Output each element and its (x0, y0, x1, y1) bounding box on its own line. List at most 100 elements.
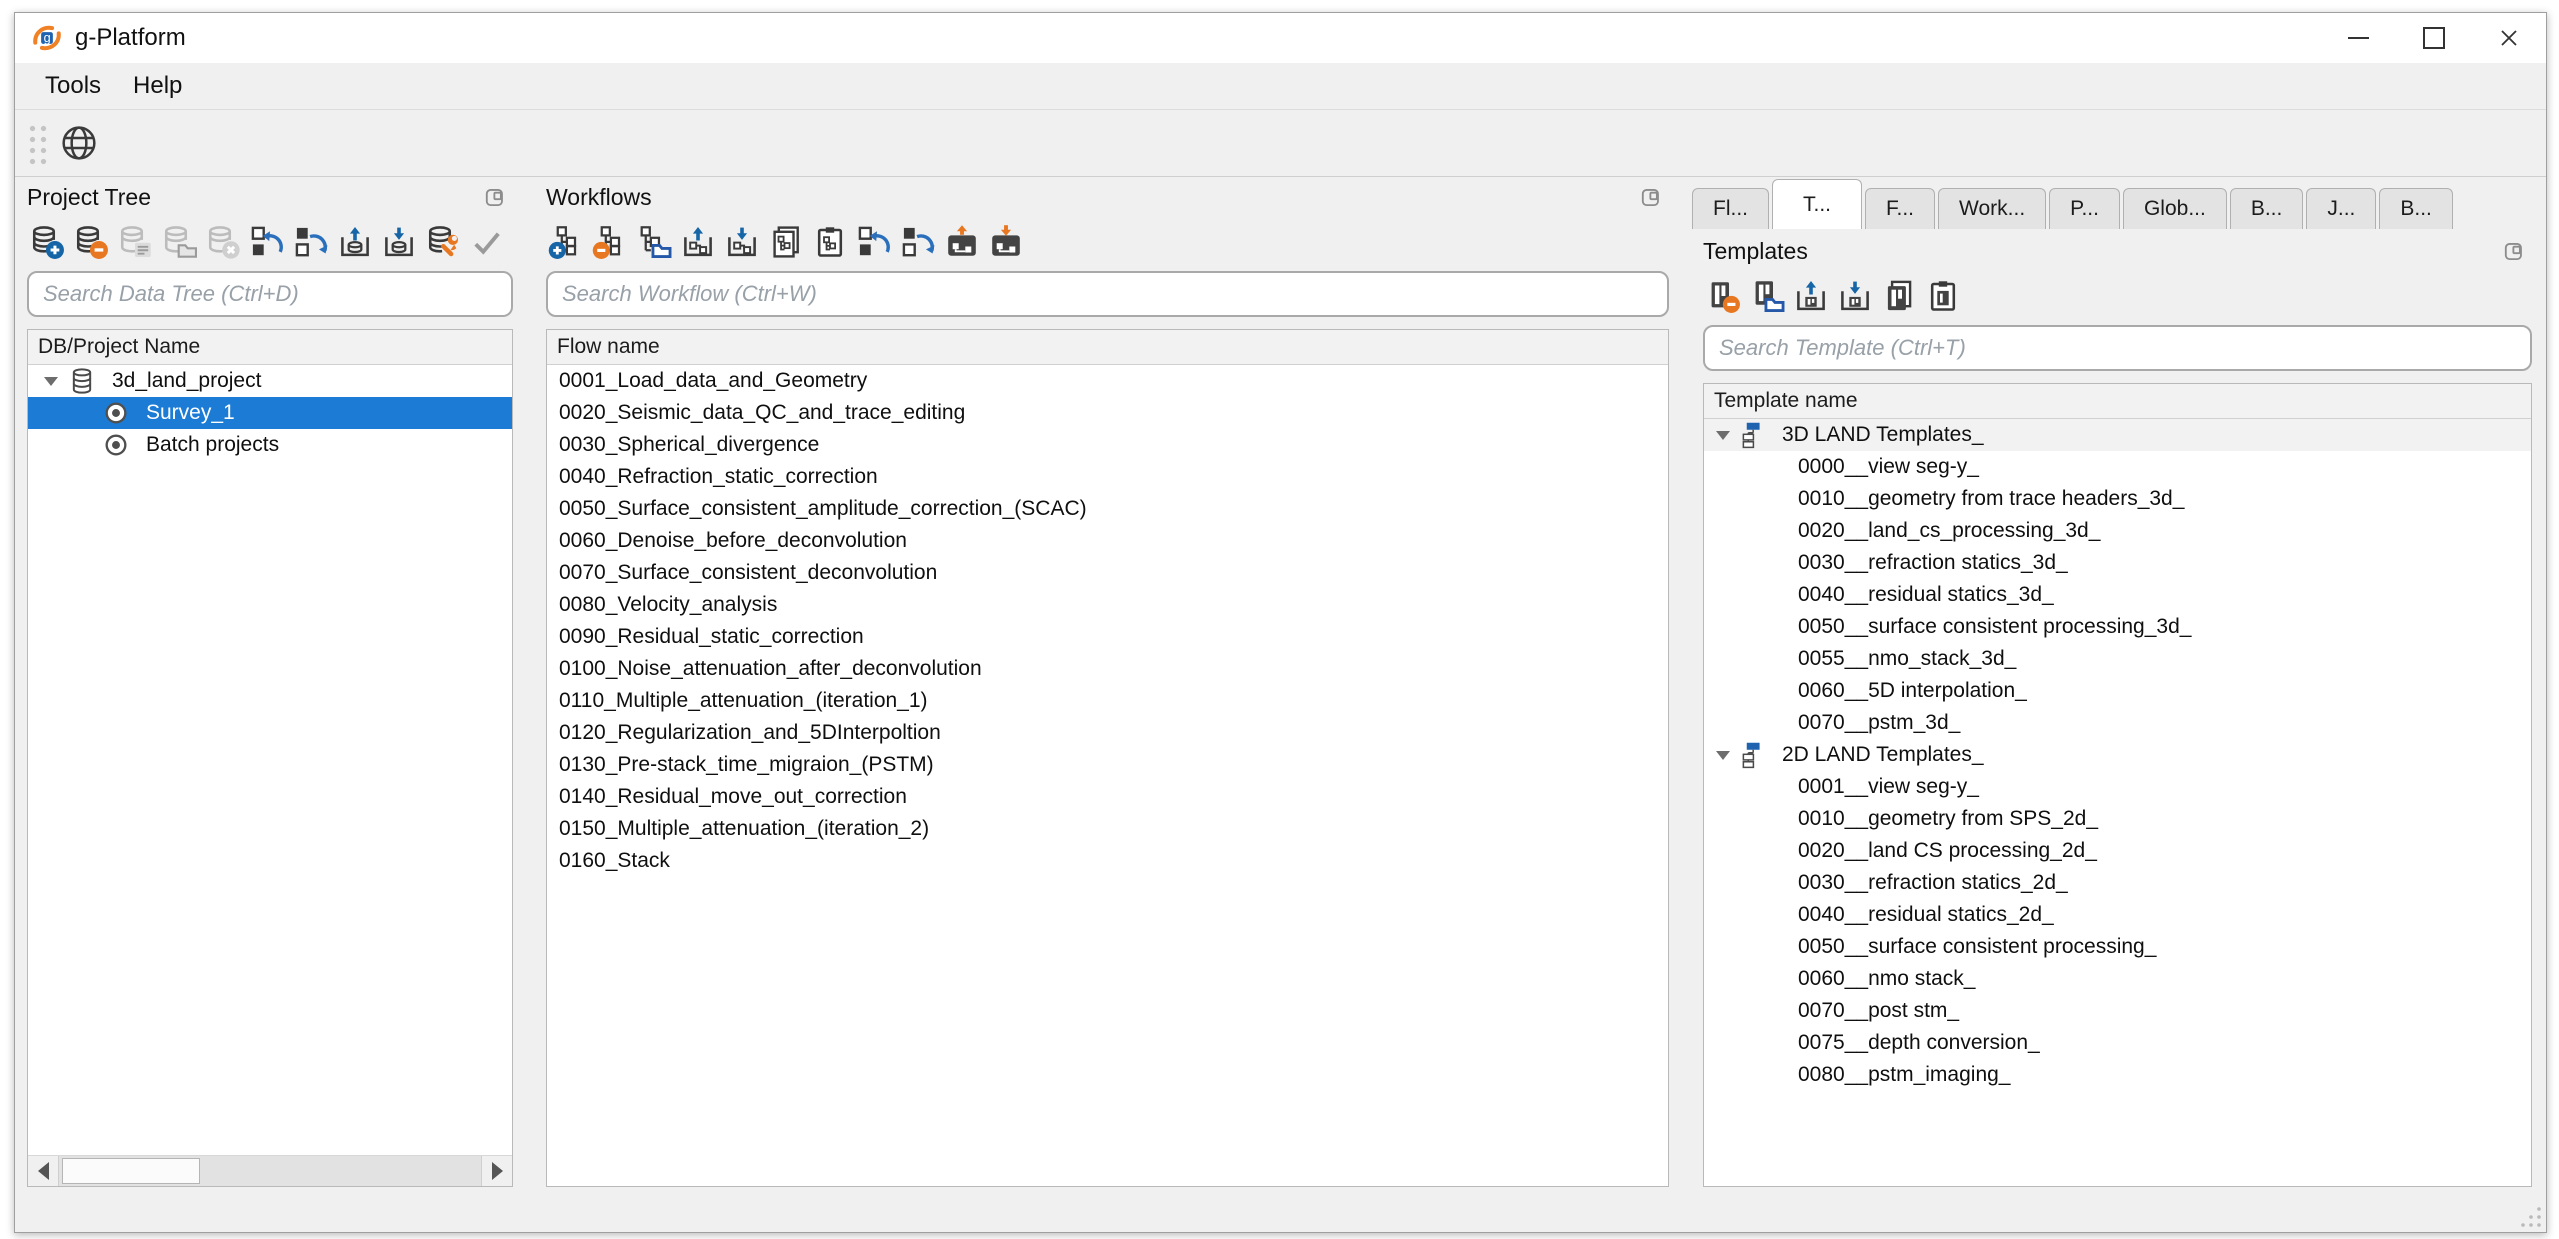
close-button[interactable] (2471, 13, 2546, 63)
expander-icon[interactable] (1716, 751, 1730, 760)
upload-workflow-button[interactable] (942, 222, 982, 262)
expander-icon[interactable] (44, 377, 58, 386)
scroll-left-button[interactable] (28, 1156, 58, 1186)
template-tree-item[interactable]: 0050__surface consistent processing_3d_ (1704, 611, 2531, 643)
database-tools-button[interactable] (423, 222, 463, 262)
panel-tab[interactable]: Work... (1938, 188, 2046, 229)
panel-tab[interactable]: F... (1865, 188, 1935, 229)
tree-item-survey[interactable]: Survey_1 (28, 397, 512, 429)
template-tree-item[interactable]: 0060__nmo stack_ (1704, 963, 2531, 995)
export-workflow-button[interactable] (722, 222, 762, 262)
workflow-search-input[interactable] (546, 271, 1669, 317)
template-tree-item[interactable]: 0020__land_cs_processing_3d_ (1704, 515, 2531, 547)
scrollbar-thumb[interactable] (62, 1158, 200, 1184)
open-database-button[interactable] (159, 222, 199, 262)
workflow-row[interactable]: 0150_Multiple_attenuation_(iteration_2) (547, 813, 1668, 845)
menu-item[interactable]: Help (117, 72, 198, 100)
workflow-row[interactable]: 0130_Pre-stack_time_migraion_(PSTM) (547, 749, 1668, 781)
maximize-button[interactable] (2396, 13, 2471, 63)
add-database-button[interactable] (27, 222, 67, 262)
add-workflow-button[interactable] (546, 222, 586, 262)
template-tree-item[interactable]: 0060__5D interpolation_ (1704, 675, 2531, 707)
close-database-button[interactable] (203, 222, 243, 262)
template-tree-item[interactable]: 0000__view seg-y_ (1704, 451, 2531, 483)
flow-name-header[interactable]: Flow name (547, 330, 1668, 365)
workflow-row[interactable]: 0090_Residual_static_correction (547, 621, 1668, 653)
workflow-row[interactable]: 0040_Refraction_static_correction (547, 461, 1668, 493)
workflow-row[interactable]: 0030_Spherical_divergence (547, 429, 1668, 461)
workflow-row[interactable]: 0100_Noise_attenuation_after_deconvoluti… (547, 653, 1668, 685)
panel-tab[interactable]: B... (2379, 188, 2453, 229)
template-tree-item[interactable]: 0001__view seg-y_ (1704, 771, 2531, 803)
paste-template-button[interactable] (1923, 276, 1963, 316)
download-workflow-button[interactable] (986, 222, 1026, 262)
copy-workflow-button[interactable] (766, 222, 806, 262)
copy-template-button[interactable] (1879, 276, 1919, 316)
workflow-row[interactable]: 0120_Regularization_and_5DInterpoltion (547, 717, 1668, 749)
workflow-row[interactable]: 0070_Surface_consistent_deconvolution (547, 557, 1668, 589)
template-tree-item[interactable]: 0010__geometry from SPS_2d_ (1704, 803, 2531, 835)
undo-button[interactable] (247, 222, 287, 262)
redo-button[interactable] (898, 222, 938, 262)
tree-item-project[interactable]: 3d_land_project (28, 365, 512, 397)
export-template-button[interactable] (1835, 276, 1875, 316)
template-tree-item[interactable]: 0030__refraction statics_2d_ (1704, 867, 2531, 899)
globe-button[interactable] (57, 121, 101, 165)
panel-tab[interactable]: T... (1772, 179, 1862, 229)
panel-tab[interactable]: B... (2230, 188, 2304, 229)
remove-database-button[interactable] (71, 222, 111, 262)
remove-template-button[interactable] (1703, 276, 1743, 316)
template-tree-item[interactable]: 0055__nmo_stack_3d_ (1704, 643, 2531, 675)
workflow-row[interactable]: 0060_Denoise_before_deconvolution (547, 525, 1668, 557)
tree-item-batch-projects[interactable]: Batch projects (28, 429, 512, 461)
panel-tab[interactable]: P... (2049, 188, 2120, 229)
import-database-button[interactable] (335, 222, 375, 262)
database-properties-button[interactable] (115, 222, 155, 262)
float-panel-button[interactable] (483, 184, 509, 210)
template-tree-item[interactable]: 0070__pstm_3d_ (1704, 707, 2531, 739)
workflow-row[interactable]: 0160_Stack (547, 845, 1668, 877)
open-template-button[interactable] (1747, 276, 1787, 316)
resize-grip-icon[interactable] (2517, 1203, 2543, 1229)
workflow-row[interactable]: 0050_Surface_consistent_amplitude_correc… (547, 493, 1668, 525)
workflow-row[interactable]: 0001_Load_data_and_Geometry (547, 365, 1668, 397)
scroll-right-button[interactable] (482, 1156, 512, 1186)
template-tree-item[interactable]: 0070__post stm_ (1704, 995, 2531, 1027)
panel-tab[interactable]: Glob... (2123, 188, 2227, 229)
open-workflow-button[interactable] (634, 222, 674, 262)
template-tree-item[interactable]: 0050__surface consistent processing_ (1704, 931, 2531, 963)
panel-tab[interactable]: Fl... (1692, 188, 1769, 229)
template-tree-item[interactable]: 0030__refraction statics_3d_ (1704, 547, 2531, 579)
template-tree-item[interactable]: 0080__pstm_imaging_ (1704, 1059, 2531, 1091)
template-tree-item[interactable]: 0010__geometry from trace headers_3d_ (1704, 483, 2531, 515)
expander-icon[interactable] (1716, 431, 1730, 440)
workflow-row[interactable]: 0020_Seismic_data_QC_and_trace_editing (547, 397, 1668, 429)
minimize-button[interactable] (2321, 13, 2396, 63)
menu-item[interactable]: Tools (29, 72, 117, 100)
paste-workflow-button[interactable] (810, 222, 850, 262)
template-name-header[interactable]: Template name (1704, 384, 2531, 419)
data-tree-search-input[interactable] (27, 271, 513, 317)
export-database-button[interactable] (379, 222, 419, 262)
workflow-row[interactable]: 0110_Multiple_attenuation_(iteration_1) (547, 685, 1668, 717)
horizontal-scrollbar[interactable] (28, 1155, 512, 1186)
db-project-name-header[interactable]: DB/Project Name (28, 330, 512, 365)
template-tree-item[interactable]: 0040__residual statics_2d_ (1704, 899, 2531, 931)
undo-button[interactable] (854, 222, 894, 262)
template-tree-item[interactable]: 2D LAND Templates_ (1704, 739, 2531, 771)
template-search-input[interactable] (1703, 325, 2532, 371)
scrollbar-track[interactable] (58, 1156, 482, 1186)
template-tree-item[interactable]: 3D LAND Templates_ (1704, 419, 2531, 451)
template-tree-item[interactable]: 0040__residual statics_3d_ (1704, 579, 2531, 611)
apply-button[interactable] (467, 222, 507, 262)
redo-button[interactable] (291, 222, 331, 262)
template-tree-item[interactable]: 0020__land CS processing_2d_ (1704, 835, 2531, 867)
workflow-row[interactable]: 0080_Velocity_analysis (547, 589, 1668, 621)
float-panel-button[interactable] (1639, 184, 1665, 210)
import-template-button[interactable] (1791, 276, 1831, 316)
import-workflow-button[interactable] (678, 222, 718, 262)
toolbar-drag-handle[interactable] (25, 121, 47, 165)
template-tree-item[interactable]: 0075__depth conversion_ (1704, 1027, 2531, 1059)
float-panel-button[interactable] (2502, 238, 2528, 264)
workflow-row[interactable]: 0140_Residual_move_out_correction (547, 781, 1668, 813)
